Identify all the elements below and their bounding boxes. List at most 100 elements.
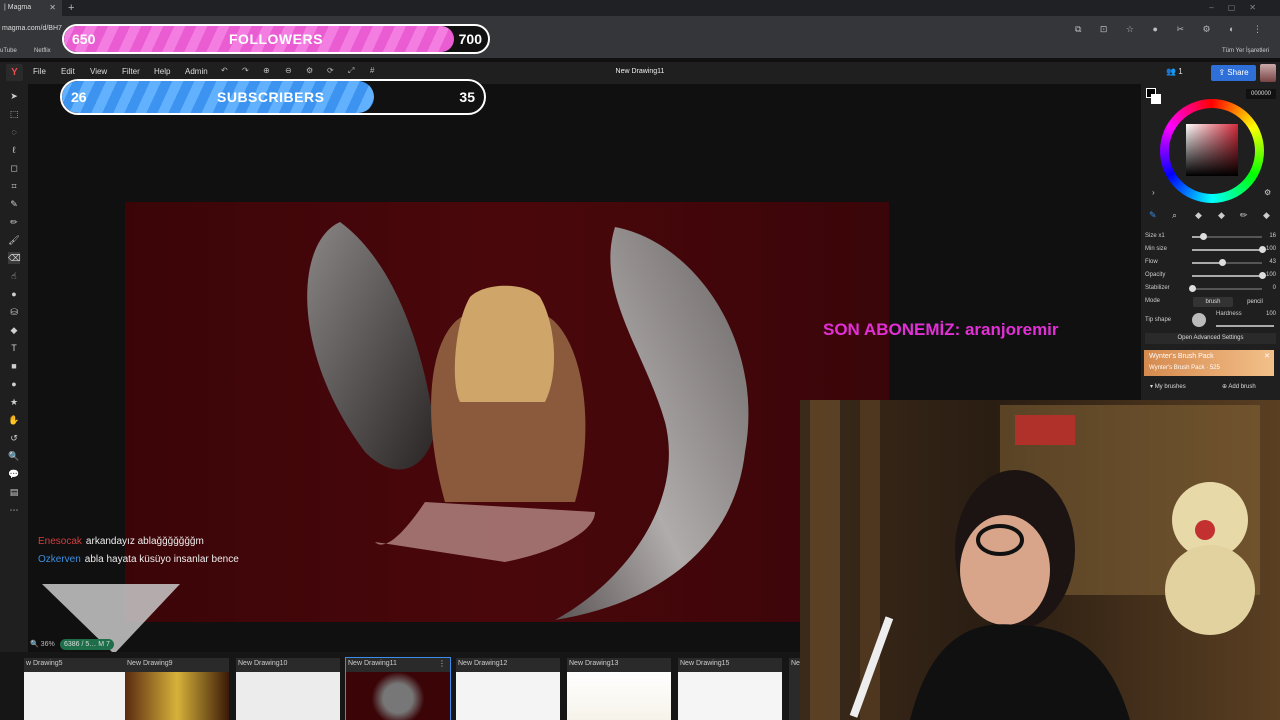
menu-view[interactable]: View bbox=[90, 67, 107, 76]
gradient-icon[interactable]: ◆ bbox=[8, 324, 20, 336]
slider-track[interactable] bbox=[1192, 233, 1262, 240]
all-bookmarks[interactable]: Tüm Yer İşaretleri bbox=[1222, 44, 1269, 58]
redo-icon[interactable]: ↷ bbox=[242, 66, 249, 75]
browser-toolbar-icons[interactable]: ⧉ ⊡ ☆ ● ✂ ⚙ ◐ ⋮ bbox=[1075, 24, 1270, 35]
drawing-canvas[interactable] bbox=[125, 202, 889, 622]
brush-pack-banner[interactable]: Wynter's Brush Pack Wynter's Brush Pack … bbox=[1144, 350, 1274, 376]
tip-shape-preview[interactable] bbox=[1192, 313, 1206, 327]
min-size-slider[interactable]: Min size 100 bbox=[1145, 245, 1276, 255]
close-tab-icon[interactable]: ✕ bbox=[49, 0, 56, 16]
rect-select-icon[interactable]: ⬚ bbox=[8, 108, 20, 120]
blur-icon[interactable]: ● bbox=[8, 288, 20, 300]
menu-file[interactable]: File bbox=[33, 67, 46, 76]
hardness-slider[interactable]: Hardness 100 bbox=[1212, 311, 1276, 329]
rotate-icon[interactable]: ⟳ bbox=[327, 66, 334, 75]
bookmark-netflix[interactable]: Netflix bbox=[34, 44, 51, 58]
size-slider[interactable]: Size x1 16 bbox=[1145, 232, 1276, 242]
slider-knob[interactable] bbox=[1259, 246, 1266, 253]
smudge-icon[interactable]: ☝ bbox=[8, 270, 20, 282]
bucket-icon[interactable]: ⛁ bbox=[8, 306, 20, 318]
brush-slot-6-icon[interactable]: ◆ bbox=[1263, 210, 1270, 221]
slider-track[interactable] bbox=[1192, 259, 1262, 266]
slider-knob[interactable] bbox=[1200, 233, 1208, 240]
eyedropper-icon[interactable]: ✎ bbox=[8, 198, 20, 210]
drawing-thumbnail[interactable]: w Drawing5 bbox=[24, 658, 128, 720]
share-button[interactable]: ⇪ Share bbox=[1211, 65, 1256, 81]
slider-knob[interactable] bbox=[1189, 285, 1196, 292]
transform-icon[interactable]: ◻ bbox=[8, 162, 20, 174]
mode-brush-button[interactable]: brush bbox=[1193, 297, 1233, 307]
slider-knob[interactable] bbox=[1219, 259, 1227, 266]
new-tab-icon[interactable]: + bbox=[68, 0, 74, 16]
menu-help[interactable]: Help bbox=[154, 67, 170, 76]
brush-slot-3-icon[interactable]: ◆ bbox=[1195, 210, 1202, 221]
pencil-icon[interactable]: ✏ bbox=[8, 216, 20, 228]
fullscreen-icon[interactable]: ⤢ bbox=[348, 66, 354, 76]
brush-slot-5-icon[interactable]: ✏ bbox=[1240, 210, 1248, 221]
slider-track[interactable] bbox=[1192, 246, 1266, 253]
hand-icon[interactable]: ✋ bbox=[8, 414, 20, 426]
brush-slot-1-icon[interactable]: ✎ bbox=[1149, 210, 1157, 221]
zoom-out-icon[interactable]: ⊖ bbox=[285, 66, 292, 75]
star-shape-icon[interactable]: ★ bbox=[8, 396, 20, 408]
layer-info[interactable]: 6386 / 5… M 7 bbox=[60, 639, 114, 650]
ellipse-select-icon[interactable]: ◌ bbox=[8, 126, 20, 138]
text-tool-icon[interactable]: T bbox=[8, 342, 20, 354]
slider-knob[interactable] bbox=[1259, 272, 1266, 279]
brush-slot-4-icon[interactable]: ◆ bbox=[1218, 210, 1225, 221]
thumbnail-image bbox=[125, 672, 229, 720]
flow-slider[interactable]: Flow 43 bbox=[1145, 258, 1276, 268]
reference-icon[interactable]: ▤ bbox=[8, 486, 20, 498]
move-tool-icon[interactable]: ➤ bbox=[8, 90, 20, 102]
drawing-thumbnail[interactable]: New Drawing11 ⋮ bbox=[345, 657, 451, 720]
advanced-settings-button[interactable]: Open Advanced Settings bbox=[1145, 333, 1276, 344]
magma-logo-icon[interactable]: Y bbox=[6, 64, 23, 81]
brush-icon[interactable]: 🖌 bbox=[8, 234, 20, 246]
zoom-level[interactable]: 🔍 36% bbox=[30, 640, 55, 648]
settings-icon[interactable]: ⚙ bbox=[306, 66, 313, 75]
undo-icon[interactable]: ↶ bbox=[221, 66, 228, 75]
more-tools-icon[interactable]: ⋯ bbox=[8, 504, 20, 516]
bookmark-youtube[interactable]: uTube bbox=[0, 44, 17, 58]
grid-icon[interactable]: # bbox=[370, 66, 374, 75]
eraser-icon[interactable]: ⌫ bbox=[8, 252, 21, 264]
window-controls[interactable]: –▢✕ bbox=[1209, 0, 1270, 16]
circle-shape-icon[interactable]: ● bbox=[8, 378, 20, 390]
my-brushes-toggle[interactable]: ▾ My brushes bbox=[1150, 383, 1186, 390]
thumbnail-menu-icon[interactable]: ⋮ bbox=[438, 659, 446, 668]
color-settings-icon[interactable]: ⚙ bbox=[1264, 188, 1271, 197]
opacity-slider[interactable]: Opacity 100 bbox=[1145, 271, 1276, 281]
slider-track[interactable] bbox=[1216, 325, 1274, 327]
menu-admin[interactable]: Admin bbox=[185, 67, 208, 76]
drawing-thumbnail[interactable]: New Drawing12 bbox=[456, 658, 560, 720]
drawing-thumbnail[interactable]: New Drawing13 bbox=[567, 658, 671, 720]
crop-icon[interactable]: ⌗ bbox=[8, 180, 20, 192]
mode-pencil-button[interactable]: pencil bbox=[1235, 297, 1275, 307]
comment-icon[interactable]: 💬 bbox=[8, 468, 20, 480]
lasso-icon[interactable]: ℓ bbox=[8, 144, 20, 156]
add-brush-button[interactable]: ⊕ Add brush bbox=[1222, 383, 1256, 390]
rect-shape-icon[interactable]: ■ bbox=[8, 360, 20, 372]
brush-slot-2-icon[interactable]: ⌕ bbox=[1172, 210, 1177, 221]
browser-tab[interactable]: | Magma ✕ bbox=[0, 0, 62, 16]
rotate-view-icon[interactable]: ↺ bbox=[8, 432, 20, 444]
menu-filter[interactable]: Filter bbox=[122, 67, 140, 76]
slider-track[interactable] bbox=[1192, 272, 1266, 279]
zoom-in-icon[interactable]: ⊕ bbox=[263, 66, 270, 75]
close-icon[interactable]: ✕ bbox=[1264, 352, 1270, 360]
menu-edit[interactable]: Edit bbox=[61, 67, 75, 76]
avatar[interactable] bbox=[1260, 64, 1276, 82]
hex-color-field[interactable]: 000000 bbox=[1246, 89, 1276, 99]
drawing-thumbnail[interactable]: New Drawing15 bbox=[678, 658, 782, 720]
saturation-value-picker[interactable] bbox=[1186, 124, 1238, 176]
drawing-thumbnail[interactable]: New Drawing10 bbox=[236, 658, 340, 720]
slider-track[interactable] bbox=[1189, 285, 1262, 292]
stabilizer-slider[interactable]: Stabilizer 0 bbox=[1145, 284, 1276, 294]
url-field[interactable]: magma.com/d/BH7 bbox=[2, 25, 62, 32]
drawing-thumbnail[interactable]: New Drawing9 bbox=[125, 658, 229, 720]
drawing-thumbnail[interactable]: Ne bbox=[789, 658, 800, 720]
secondary-color-swatch[interactable] bbox=[1151, 94, 1161, 104]
online-users[interactable]: 👥 1 bbox=[1166, 67, 1183, 76]
expand-chevron-icon[interactable]: › bbox=[1152, 188, 1155, 197]
zoom-icon[interactable]: 🔍 bbox=[8, 450, 20, 462]
